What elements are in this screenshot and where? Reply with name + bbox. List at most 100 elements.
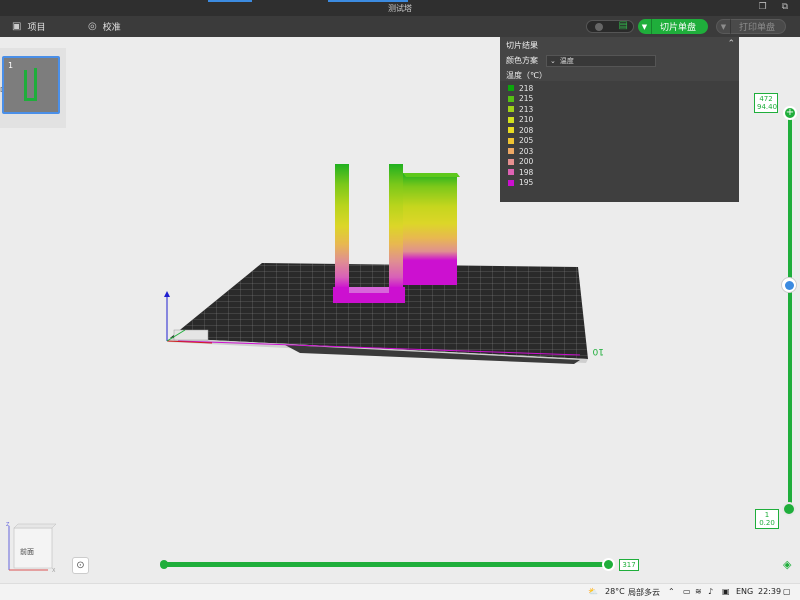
color-scheme-select[interactable]: ⌄ 温度 <box>546 54 656 67</box>
move-slider-readout: 317 <box>619 559 639 571</box>
layer-slider-bottom-handle[interactable] <box>782 502 796 516</box>
project-icon: ▣ <box>12 21 22 32</box>
legend-swatch <box>508 85 514 91</box>
legend-item: 210 <box>508 115 533 125</box>
legend-item: 208 <box>508 125 533 135</box>
legend-swatch <box>508 127 514 133</box>
legend-value: 205 <box>519 136 534 145</box>
clock[interactable]: 22:39 <box>758 587 781 596</box>
wifi-icon[interactable]: ≋ <box>695 587 702 596</box>
window-controls[interactable]: ❐ ⧉ <box>759 2 794 12</box>
preview-icon: ▤ <box>618 20 628 31</box>
window-title: 测试塔 <box>388 4 412 13</box>
weather-desc[interactable]: 局部多云 <box>628 587 660 598</box>
legend-item: 195 <box>508 178 533 188</box>
layers-icon[interactable]: ◈ <box>783 558 791 571</box>
bottom-layer-readout: 1 0.20 <box>755 509 779 529</box>
notification-icon[interactable]: ▢ <box>783 587 791 596</box>
marker-icon <box>784 280 794 290</box>
os-taskbar: ⛅ 28°C 局部多云 ⌃ ▭ ≋ ♪ ▣ ENG 22:39 ▢ <box>0 583 800 600</box>
print-plate-button[interactable]: ▼ 打印单盘 <box>716 19 786 34</box>
x-axis-label: X <box>52 568 56 574</box>
legend-swatch <box>508 179 514 186</box>
legend-swatch <box>508 116 514 123</box>
legend-swatch <box>508 148 514 154</box>
legend-item: 213 <box>508 104 533 114</box>
legend-value: 208 <box>519 125 534 135</box>
legend-item: 203 <box>508 146 533 156</box>
color-scheme-value: 温度 <box>559 56 574 65</box>
weather-temp[interactable]: 28°C <box>605 587 625 596</box>
collapse-icon[interactable]: ⌃ <box>727 39 735 49</box>
toggle-knob <box>595 23 603 31</box>
language-indicator[interactable]: ENG <box>736 587 753 596</box>
legend-value: 198 <box>519 167 534 177</box>
app-tray-icon[interactable]: ▣ <box>722 587 730 596</box>
title-accent <box>328 0 408 2</box>
reset-camera-icon[interactable]: ⊙ <box>72 557 89 574</box>
top-layer-number: 472 <box>759 95 773 103</box>
move-slider-handle[interactable] <box>602 558 615 571</box>
front-face-label: 前面 <box>20 547 34 556</box>
legend-value: 213 <box>519 104 534 114</box>
legend-swatch <box>508 169 514 175</box>
window-titlebar: 测试塔 ❐ ⧉ <box>0 0 800 16</box>
chevron-up-icon[interactable]: ⌃ <box>668 587 675 596</box>
legend-value: 210 <box>519 115 534 124</box>
legend-swatch <box>508 95 514 102</box>
legend-value: 218 <box>519 83 534 93</box>
legend-item: 205 <box>508 136 533 146</box>
move-slider-track[interactable] <box>163 562 611 567</box>
calibrate-label: 校准 <box>102 23 121 33</box>
chevron-down-icon[interactable]: ▼ <box>717 19 731 34</box>
view-toggle[interactable]: ▤ <box>586 20 634 33</box>
chevron-down-icon[interactable]: ▼ <box>638 19 652 34</box>
legend-unit: 温度（℃） <box>506 71 547 80</box>
plate-number: 1 <box>8 61 14 70</box>
title-accent <box>208 0 252 2</box>
legend-swatch <box>508 137 514 144</box>
top-layer-readout: 472 94.40 <box>754 93 778 113</box>
layer-slider-track[interactable] <box>788 112 792 509</box>
legend-item: 200 <box>508 157 533 167</box>
chevron-down-icon: ⌄ <box>550 56 556 65</box>
main-toolbar: ▣ 项目 ◎ 校准 ▤ ▼ 切片单盘 ▼ 打印单盘 <box>0 16 800 37</box>
plate-thumbnail[interactable]: 1 <box>2 56 60 114</box>
legend-value: 215 <box>519 94 534 103</box>
slice-label: 切片单盘 <box>660 23 697 33</box>
legend-value: 203 <box>519 146 534 156</box>
layer-slider-top-handle[interactable]: + <box>783 106 797 120</box>
color-scheme-label: 颜色方案 <box>506 56 538 65</box>
project-menu[interactable]: ▣ 项目 <box>12 20 45 33</box>
legend-item: 198 <box>508 167 533 177</box>
calibrate-menu[interactable]: ◎ 校准 <box>88 20 121 33</box>
top-layer-height: 94.40 <box>757 103 778 111</box>
print-label: 打印单盘 <box>739 23 776 33</box>
slice-plate-button[interactable]: ▼ 切片单盘 <box>638 19 708 34</box>
color-scheme-row: 颜色方案 ⌄ 温度 <box>500 53 739 68</box>
plate-mark: 10 <box>592 346 604 356</box>
legend-item: 218 <box>508 83 533 93</box>
volume-icon[interactable]: ♪ <box>708 587 713 596</box>
temperature-legend: 218 215 213 210 208 205 203 200 198 195 <box>500 81 739 202</box>
layer-slider-mid-handle[interactable] <box>781 277 797 293</box>
network-icon[interactable]: ▭ <box>683 587 691 596</box>
z-axis-label: Z <box>6 522 10 528</box>
legend-swatch <box>508 158 514 165</box>
results-header: 切片结果 ⌃ <box>500 37 739 53</box>
build-plate: 10 <box>168 263 604 364</box>
legend-value: 195 <box>519 178 534 187</box>
slice-results-panel: 切片结果 ⌃ 颜色方案 ⌄ 温度 温度（℃） 218 215 213 210 208 20… <box>500 37 739 202</box>
weather-icon: ⛅ <box>588 587 598 596</box>
results-title: 切片结果 <box>506 41 538 50</box>
project-label: 项目 <box>27 23 46 33</box>
calibrate-icon: ◎ <box>88 21 97 32</box>
bottom-layer-height: 0.20 <box>759 519 775 527</box>
legend-item: 215 <box>508 94 533 104</box>
legend-swatch <box>508 106 514 112</box>
move-slider-start[interactable] <box>160 560 168 569</box>
view-cube[interactable]: Z X 前面 <box>4 520 60 576</box>
legend-value: 200 <box>519 157 534 166</box>
bottom-layer-number: 1 <box>764 511 770 519</box>
plate-list: D 1 <box>0 48 66 128</box>
